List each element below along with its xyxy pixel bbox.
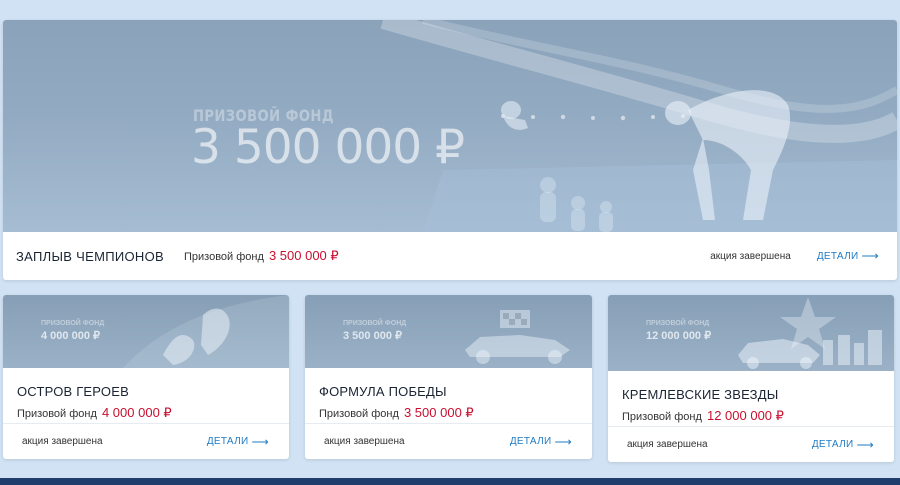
banner-prize-caption: ПРИЗОВОЙ ФОНД: [646, 320, 710, 327]
details-link[interactable]: ДЕТАЛИ ⟶: [206, 434, 269, 449]
promo-banner-image[interactable]: ПРИЗОВОЙ ФОНД 12 000 000 ₽: [608, 295, 894, 371]
details-label: ДЕТАЛИ: [816, 250, 859, 262]
promo-status: акция завершена: [22, 436, 103, 447]
arrow-right-icon: ⟶: [251, 434, 269, 449]
banner-prize-amount: 12 000 000 ₽: [646, 330, 712, 342]
prize-value: 12 000 000 ₽: [706, 408, 784, 423]
promo-status: акция завершена: [324, 436, 405, 447]
prize-label: Призовой фонд: [622, 411, 702, 423]
details-label: ДЕТАЛИ: [509, 436, 552, 447]
promo-footer: акция завершена ДЕТАЛИ ⟶: [3, 423, 289, 459]
promo-banner-image[interactable]: ПРИЗОВОЙ ФОНД 3 500 000 ₽: [305, 295, 592, 368]
promo-prize: Призовой фонд 4 000 000 ₽: [17, 405, 289, 421]
details-link[interactable]: ДЕТАЛИ ⟶: [811, 437, 874, 452]
promo-footer: акция завершена ДЕТАЛИ ⟶: [608, 426, 894, 462]
promo-card-formula[interactable]: ПРИЗОВОЙ ФОНД 3 500 000 ₽ ФОРМУЛА ПОБЕДЫ…: [305, 295, 592, 459]
promo-card-ostrov[interactable]: ПРИЗОВОЙ ФОНД 4 000 000 ₽ ОСТРОВ ГЕРОЕВ …: [3, 295, 289, 459]
prize-value: 3 500 000 ₽: [268, 248, 339, 263]
banner-prize-amount: 3 500 000 ₽: [343, 330, 402, 342]
promo-info-row: ЗАПЛЫВ ЧЕМПИОНОВ Призовой фонд 3 500 000…: [3, 232, 897, 280]
banner-prize-caption: ПРИЗОВОЙ ФОНД: [343, 320, 407, 327]
details-label: ДЕТАЛИ: [811, 439, 854, 450]
prize-label: Призовой фонд: [17, 408, 97, 420]
footer-bar: [0, 478, 900, 485]
promo-banner-image[interactable]: ПРИЗОВОЙ ФОНД 3 500 000 ₽: [3, 20, 897, 232]
promo-card-zapliv[interactable]: ПРИЗОВОЙ ФОНД 3 500 000 ₽ ЗАПЛЫВ ЧЕМПИОН…: [3, 20, 897, 280]
details-label: ДЕТАЛИ: [206, 436, 249, 447]
promo-title: ФОРМУЛА ПОБЕДЫ: [319, 384, 447, 399]
prize-value: 3 500 000 ₽: [403, 405, 474, 420]
prize-value: 4 000 000 ₽: [101, 405, 172, 420]
promo-title: КРЕМЛЕВСКИЕ ЗВЕЗДЫ: [622, 387, 779, 402]
promo-prize: Призовой фонд 3 500 000 ₽: [319, 405, 592, 421]
banner-prize-amount: 3 500 000 ₽: [191, 120, 465, 175]
banner-prize-caption: ПРИЗОВОЙ ФОНД: [41, 320, 105, 327]
banner-prize-amount: 4 000 000 ₽: [41, 330, 100, 342]
details-link[interactable]: ДЕТАЛИ ⟶: [816, 249, 879, 263]
promo-banner-image[interactable]: ПРИЗОВОЙ ФОНД 4 000 000 ₽: [3, 295, 289, 368]
promo-title: ЗАПЛЫВ ЧЕМПИОНОВ: [16, 248, 164, 264]
promo-status: акция завершена: [710, 250, 791, 262]
promo-card-kremlin[interactable]: ПРИЗОВОЙ ФОНД 12 000 000 ₽ КРЕМЛЕВСКИЕ З…: [608, 295, 894, 462]
promo-prize: Призовой фонд 3 500 000 ₽: [184, 248, 339, 264]
arrow-right-icon: ⟶: [856, 437, 874, 452]
promo-prize: Призовой фонд 12 000 000 ₽: [622, 408, 894, 424]
prize-label: Призовой фонд: [319, 408, 399, 420]
details-link[interactable]: ДЕТАЛИ ⟶: [509, 434, 572, 449]
promo-title: ОСТРОВ ГЕРОЕВ: [17, 384, 129, 399]
prize-label: Призовой фонд: [183, 251, 264, 263]
arrow-right-icon: ⟶: [554, 434, 572, 449]
arrow-right-icon: ⟶: [861, 249, 879, 263]
promo-status: акция завершена: [627, 439, 708, 450]
promo-footer: акция завершена ДЕТАЛИ ⟶: [305, 423, 592, 459]
